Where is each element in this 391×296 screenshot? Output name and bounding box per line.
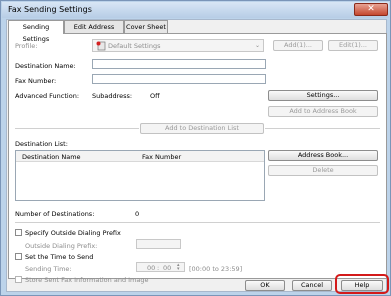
send-time-checkbox[interactable] bbox=[15, 253, 22, 260]
add-to-address-book-button[interactable]: Add to Address Book bbox=[268, 106, 378, 117]
number-of-destinations-label: Number of Destinations: bbox=[15, 210, 95, 218]
delete-label: Delete bbox=[312, 166, 334, 174]
ok-button[interactable]: OK bbox=[245, 280, 285, 291]
chevron-down-icon: ⌄ bbox=[255, 42, 261, 49]
destination-name-input[interactable] bbox=[92, 59, 266, 69]
subaddress-value: Off bbox=[150, 92, 160, 100]
outside-prefix-input[interactable] bbox=[136, 239, 181, 249]
destination-name-label: Destination Name: bbox=[15, 62, 76, 70]
profile-select[interactable]: Default Settings ⌄ bbox=[92, 39, 264, 52]
cancel-label: Cancel bbox=[300, 281, 324, 289]
settings-button-label: Settings... bbox=[306, 91, 340, 99]
sending-time-label: Sending Time: bbox=[25, 265, 72, 273]
sending-settings-panel: Profile: Default Settings ⌄ Add(1)... Ed… bbox=[8, 33, 387, 284]
close-button[interactable]: ✕ bbox=[354, 3, 388, 16]
add-to-destination-list-label: Add to Destination List bbox=[165, 124, 239, 132]
fax-number-label: Fax Number: bbox=[15, 77, 57, 85]
title-bar[interactable]: Fax Sending Settings ✕ bbox=[2, 2, 389, 18]
sending-time-input[interactable]: 00 : 00 ▴ ▾ bbox=[136, 262, 185, 272]
destination-list-label: Destination List: bbox=[15, 140, 68, 148]
delete-button[interactable]: Delete bbox=[268, 165, 378, 176]
store-sent-fax-checkbox[interactable] bbox=[15, 276, 22, 283]
destination-list-header: Destination Name Fax Number bbox=[16, 151, 264, 162]
dialog-client: Sending Settings Edit Address Book Cover… bbox=[6, 19, 387, 292]
add-to-address-book-label: Add to Address Book bbox=[289, 107, 357, 115]
column-destination-name[interactable]: Destination Name bbox=[22, 153, 81, 161]
outside-prefix-label: Specify Outside Dialing Prefix bbox=[25, 229, 121, 237]
add-to-destination-list-button[interactable]: Add to Destination List bbox=[140, 123, 264, 134]
profile-add-button[interactable]: Add(1)... bbox=[273, 40, 323, 51]
store-sent-fax-label: Store Sent Fax Information and Image bbox=[25, 276, 149, 284]
close-icon: ✕ bbox=[367, 4, 375, 14]
help-highlight-annotation bbox=[335, 274, 389, 294]
window-title: Fax Sending Settings bbox=[8, 5, 92, 14]
profile-add-label: Add(1)... bbox=[284, 41, 312, 49]
cancel-button[interactable]: Cancel bbox=[292, 280, 332, 291]
tab-edit-address-book[interactable]: Edit Address Book bbox=[64, 20, 124, 43]
advanced-function-label: Advanced Function: bbox=[15, 92, 80, 100]
time-range-hint: [00:00 to 23:59] bbox=[189, 265, 243, 273]
time-minute: 00 bbox=[163, 264, 172, 272]
column-fax-number[interactable]: Fax Number bbox=[142, 153, 181, 161]
tab-sending-settings-label: Sending Settings bbox=[22, 23, 50, 43]
divider-left bbox=[15, 128, 139, 129]
subaddress-label: Subaddress: bbox=[92, 92, 133, 100]
spin-down-icon[interactable]: ▾ bbox=[177, 266, 180, 272]
tab-cover-sheet[interactable]: Cover Sheet bbox=[124, 20, 168, 33]
options-divider bbox=[15, 222, 380, 223]
profile-value: Default Settings bbox=[108, 42, 161, 50]
profile-icon bbox=[96, 41, 106, 51]
ok-label: OK bbox=[260, 281, 270, 289]
profile-edit-button[interactable]: Edit(1)... bbox=[328, 40, 378, 51]
outside-prefix-checkbox[interactable] bbox=[15, 229, 22, 236]
fax-number-input[interactable] bbox=[92, 74, 266, 84]
outside-prefix-field-label: Outside Dialing Prefix: bbox=[25, 242, 98, 250]
send-time-label: Set the Time to Send bbox=[25, 253, 94, 261]
profile-edit-label: Edit(1)... bbox=[339, 41, 367, 49]
time-hour: 00 bbox=[147, 264, 156, 272]
destination-list[interactable]: Destination Name Fax Number bbox=[15, 150, 265, 201]
tab-cover-sheet-label: Cover Sheet bbox=[126, 23, 166, 31]
address-book-button[interactable]: Address Book... bbox=[268, 150, 378, 161]
address-book-label: Address Book... bbox=[297, 151, 349, 159]
fax-sending-settings-window: Fax Sending Settings ✕ Sending Settings … bbox=[0, 0, 391, 296]
tab-sending-settings[interactable]: Sending Settings bbox=[8, 20, 64, 43]
time-separator: : bbox=[157, 264, 160, 272]
number-of-destinations-value: 0 bbox=[135, 210, 140, 218]
settings-button[interactable]: Settings... bbox=[268, 90, 378, 101]
divider-right bbox=[265, 128, 380, 129]
